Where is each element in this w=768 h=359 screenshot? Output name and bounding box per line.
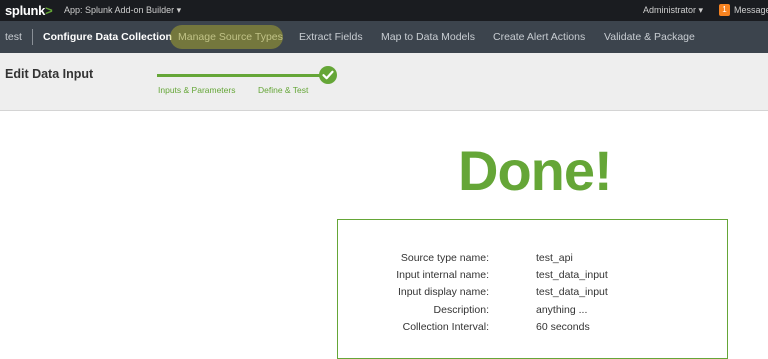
logo-chevron: > (45, 3, 53, 18)
tab-configure-data-collection[interactable]: Configure Data Collection (43, 31, 172, 43)
tab-create-alert-actions[interactable]: Create Alert Actions (493, 31, 585, 43)
summary-label: Input display name: (397, 286, 489, 298)
summary-row-collection-interval: Collection Interval: 60 seconds (338, 321, 729, 338)
summary-value: test_api (536, 252, 573, 264)
summary-row-internal-name: Input internal name: test_data_input (338, 269, 729, 286)
app-nav-bar: test Configure Data Collection Manage So… (0, 21, 768, 53)
step-define-test[interactable]: Define & Test (258, 85, 308, 95)
tab-extract-fields[interactable]: Extract Fields (299, 31, 363, 43)
progress-track (157, 74, 323, 77)
messages-badge[interactable]: 1 (719, 4, 730, 16)
splunk-logo[interactable]: splunk> (5, 3, 53, 18)
summary-value: 60 seconds (536, 321, 590, 333)
app-menu[interactable]: App: Splunk Add-on Builder ▾ (64, 5, 181, 16)
user-menu[interactable]: Administrator ▾ (643, 5, 703, 16)
addon-name-link[interactable]: test (5, 31, 22, 43)
summary-panel: Source type name: test_api Input interna… (337, 219, 728, 359)
summary-row-source-type: Source type name: test_api (338, 252, 729, 269)
summary-value: test_data_input (536, 286, 608, 298)
summary-row-description: Description: anything ... (338, 304, 729, 321)
page-title: Edit Data Input (5, 67, 94, 81)
summary-row-display-name: Input display name: test_data_input (338, 286, 729, 303)
step-complete-check-icon (319, 66, 337, 84)
summary-value: anything ... (536, 304, 588, 316)
messages-menu[interactable]: Messages (734, 5, 768, 15)
tab-map-to-data-models[interactable]: Map to Data Models (381, 31, 475, 43)
done-heading: Done! (458, 139, 613, 202)
summary-label: Description: (433, 304, 489, 316)
page-header: Edit Data Input Inputs & Parameters Defi… (0, 53, 768, 111)
summary-label: Collection Interval: (402, 321, 489, 333)
highlighter-mark (170, 25, 283, 49)
summary-label: Source type name: (400, 252, 489, 264)
summary-value: test_data_input (536, 269, 608, 281)
tab-validate-package[interactable]: Validate & Package (604, 31, 695, 43)
summary-label: Input internal name: (396, 269, 489, 281)
step-inputs-parameters[interactable]: Inputs & Parameters (158, 85, 235, 95)
logo-text: splunk (5, 3, 46, 18)
nav-divider (32, 29, 33, 45)
top-bar: splunk> App: Splunk Add-on Builder ▾ Adm… (0, 0, 768, 21)
